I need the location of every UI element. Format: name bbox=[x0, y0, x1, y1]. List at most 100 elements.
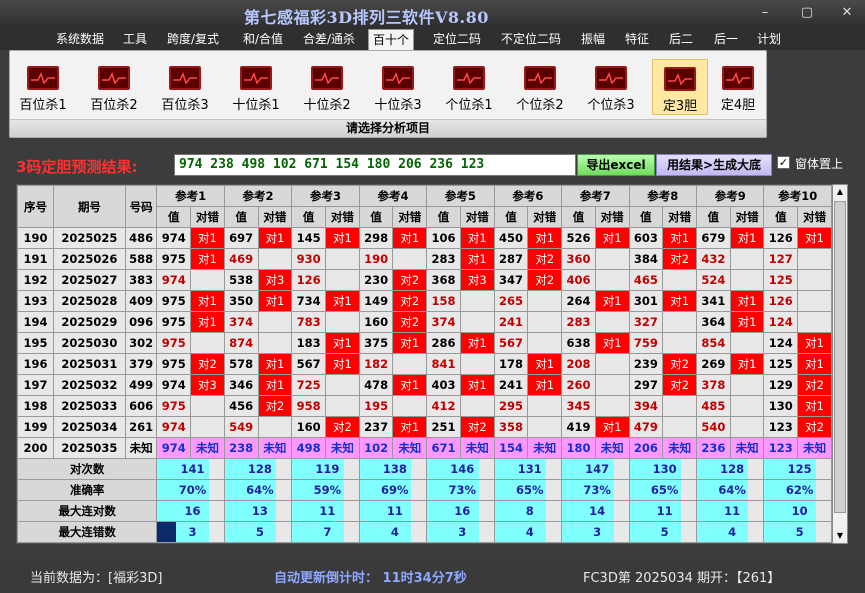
cell-check: 对2 bbox=[527, 269, 563, 291]
cell-check bbox=[594, 248, 630, 270]
cell-check bbox=[527, 332, 563, 354]
table-row[interactable]: 192 2025027 383 974 538 对3 126 230 对2 368 对3 347 对2 4… bbox=[17, 269, 832, 291]
cell-check: 未知 bbox=[325, 437, 360, 459]
stat-value: 141 bbox=[175, 458, 210, 480]
cell-value: 180 bbox=[561, 437, 596, 459]
scroll-up-icon[interactable]: ▲ bbox=[833, 185, 847, 199]
cell-seq: 197 bbox=[17, 374, 54, 396]
cell-period: 2025029 bbox=[52, 311, 126, 333]
stat-label: 最大连对数 bbox=[17, 500, 158, 522]
cell-value: 759 bbox=[628, 332, 664, 354]
export-excel-button[interactable]: 导出excel bbox=[577, 154, 655, 176]
cell-value: 129 bbox=[763, 374, 799, 396]
table-row[interactable]: 193 2025028 409 975 对1 350 对1 734 对1 149 对2 158 265 2… bbox=[17, 290, 832, 312]
col-ref: 参考5 bbox=[426, 185, 495, 207]
ribbon-button[interactable]: 十位杀1 bbox=[228, 59, 284, 115]
close-button[interactable]: ✕ bbox=[836, 4, 858, 22]
menu-item[interactable]: 百十个 bbox=[368, 29, 415, 51]
menu-item[interactable]: 工具 bbox=[123, 28, 147, 50]
ribbon-button[interactable]: 百位杀3 bbox=[157, 59, 213, 115]
cell-value: 341 bbox=[696, 290, 731, 312]
cell-check bbox=[729, 395, 765, 417]
ribbon-button[interactable]: 十位杀3 bbox=[370, 59, 426, 115]
scroll-thumb[interactable] bbox=[834, 201, 846, 513]
cell-value: 432 bbox=[696, 248, 731, 270]
cell-value: 567 bbox=[291, 353, 326, 375]
chart-icon bbox=[169, 66, 201, 90]
table-row[interactable]: 190 2025025 486 974 对1 697 对1 145 对1 298 对1 106 对1 45… bbox=[17, 227, 832, 249]
restore-button[interactable]: ▢ bbox=[796, 4, 818, 22]
menu-item[interactable]: 特征 bbox=[625, 28, 649, 50]
minimize-button[interactable]: – bbox=[754, 4, 776, 22]
menu-item[interactable]: 和/合值 bbox=[243, 28, 283, 50]
ribbon-footer: 请选择分析项目 bbox=[10, 119, 766, 137]
col-value: 值 bbox=[628, 206, 664, 228]
cell-check bbox=[459, 311, 495, 333]
stat-value: 131 bbox=[512, 458, 548, 480]
cell-value: 208 bbox=[561, 353, 596, 375]
cell-period: 2025026 bbox=[52, 248, 126, 270]
cell-period: 2025032 bbox=[52, 374, 126, 396]
ribbon-button[interactable]: 个位杀3 bbox=[583, 59, 639, 115]
cell-value: 578 bbox=[223, 353, 259, 375]
ribbon-button[interactable]: 定3胆 bbox=[652, 59, 708, 115]
cell-check: 对1 bbox=[325, 290, 360, 312]
cell-code: 409 bbox=[124, 290, 158, 312]
on-top-checkbox[interactable]: ✓ bbox=[777, 156, 790, 169]
col-check: 对错 bbox=[662, 206, 697, 228]
table-row[interactable]: 196 2025031 379 975 对2 578 对1 567 对1 182 841 178 对1 2… bbox=[17, 353, 832, 375]
menu-item[interactable]: 不定位二码 bbox=[501, 28, 561, 50]
cell-period: 2025027 bbox=[52, 269, 126, 291]
table-row[interactable]: 195 2025030 302 975 874 183 对1 375 对1 286 对1 567 638… bbox=[17, 332, 832, 354]
cell-check bbox=[527, 290, 563, 312]
prediction-row[interactable]: 200 2025035 未知 974 未知 238 未知 498 未知 102 未知 671 未知 154… bbox=[17, 437, 832, 459]
table-row[interactable]: 197 2025032 499 974 对3 346 对1 725 478 对1 403 对1 241 对… bbox=[17, 374, 832, 396]
col-check: 对错 bbox=[729, 206, 765, 228]
stat-value: 10 bbox=[782, 500, 817, 522]
cell-check: 对1 bbox=[257, 353, 293, 375]
cell-value: 974 bbox=[156, 416, 192, 438]
cell-value: 190 bbox=[358, 248, 394, 270]
cell-check: 对1 bbox=[325, 353, 360, 375]
cell-value: 854 bbox=[696, 332, 731, 354]
menu-item[interactable]: 后二 bbox=[669, 28, 693, 50]
cell-value: 297 bbox=[628, 374, 664, 396]
menu-item[interactable]: 振幅 bbox=[581, 28, 605, 50]
generate-base-button[interactable]: 用结果>生成大底 bbox=[656, 154, 772, 176]
menu-item[interactable]: 合差/通杀 bbox=[303, 28, 355, 50]
cell-value: 469 bbox=[223, 248, 259, 270]
table-row[interactable]: 198 2025033 606 975 456 对2 958 195 412 295 345 394 4… bbox=[17, 395, 832, 417]
cell-value: 450 bbox=[493, 227, 529, 249]
menu-item[interactable]: 跨度/复式 bbox=[167, 28, 219, 50]
ribbon-button[interactable]: 个位杀2 bbox=[512, 59, 568, 115]
cell-check: 对2 bbox=[392, 269, 428, 291]
cell-check bbox=[662, 395, 697, 417]
cell-value: 206 bbox=[628, 437, 664, 459]
vertical-scrollbar[interactable]: ▲ ▼ bbox=[832, 184, 848, 544]
ribbon-button[interactable]: 定4胆 bbox=[710, 59, 766, 115]
cell-value: 378 bbox=[696, 374, 731, 396]
ribbon-button[interactable]: 百位杀2 bbox=[86, 59, 142, 115]
menu-item[interactable]: 定位二码 bbox=[433, 28, 481, 50]
scroll-down-icon[interactable]: ▼ bbox=[833, 529, 847, 543]
chart-icon bbox=[722, 66, 754, 90]
cell-check bbox=[190, 269, 225, 291]
col-value: 值 bbox=[426, 206, 461, 228]
cell-value: 251 bbox=[426, 416, 461, 438]
stat-row: 最大连对数 16 13 11 11 16 8 14 11 11 10 bbox=[17, 500, 832, 522]
cell-check: 对2 bbox=[257, 395, 293, 417]
table-row[interactable]: 191 2025026 588 975 对1 469 930 190 283 对1 287 对2 360… bbox=[17, 248, 832, 270]
result-field[interactable]: 974 238 498 102 671 154 180 206 236 123 bbox=[174, 154, 576, 176]
cell-value: 975 bbox=[156, 248, 192, 270]
chart-icon bbox=[453, 66, 485, 90]
menu-item[interactable]: 后一 bbox=[714, 28, 738, 50]
stat-value: 16 bbox=[175, 500, 210, 522]
table-row[interactable]: 199 2025034 261 974 549 160 对2 237 对1 251 对2 358 419… bbox=[17, 416, 832, 438]
ribbon-button[interactable]: 十位杀2 bbox=[299, 59, 355, 115]
ribbon-button[interactable]: 百位杀1 bbox=[15, 59, 71, 115]
table-row[interactable]: 194 2025029 096 975 对1 374 783 160 对2 374 241 283 32… bbox=[17, 311, 832, 333]
cell-value: 350 bbox=[223, 290, 259, 312]
ribbon-button[interactable]: 个位杀1 bbox=[441, 59, 497, 115]
menu-item[interactable]: 系统数据 bbox=[56, 28, 104, 50]
menu-item[interactable]: 计划 bbox=[757, 28, 781, 50]
